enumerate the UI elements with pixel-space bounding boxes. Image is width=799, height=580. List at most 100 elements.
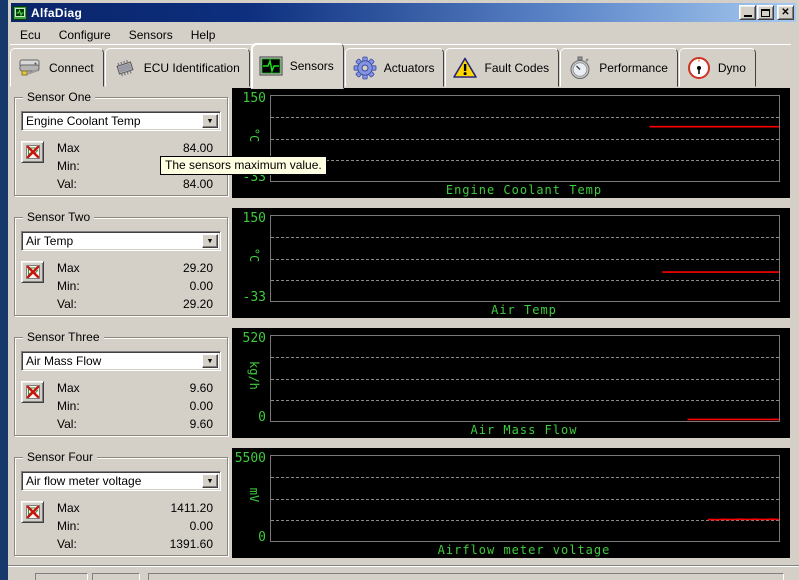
clear-graph-icon: [25, 144, 41, 160]
clear-graph-button[interactable]: [21, 501, 44, 523]
performance-icon: [565, 54, 595, 82]
sensor-four-panel: Sensor Four Air flow meter voltage ▼ Max…: [14, 457, 228, 556]
dropdown-button[interactable]: ▼: [202, 234, 218, 248]
maximize-button[interactable]: [757, 5, 774, 20]
menu-sensors[interactable]: Sensors: [120, 26, 182, 44]
val-value: 29.20: [183, 297, 213, 311]
sensor-four-select[interactable]: Air flow meter voltage ▼: [21, 471, 221, 491]
min-label: Min:: [57, 159, 80, 173]
chart-air-temp: 150 °C -33 Air Temp: [232, 208, 790, 318]
series-line: [271, 456, 779, 541]
minimize-button[interactable]: [739, 5, 756, 20]
chart-title: Air Mass Flow: [270, 423, 778, 437]
window-controls: ✕: [738, 5, 794, 20]
max-label: Max: [57, 261, 80, 275]
clear-graph-button[interactable]: [21, 261, 44, 283]
sensor-two-select[interactable]: Air Temp ▼: [21, 231, 221, 251]
sensor-one-select[interactable]: Engine Coolant Temp ▼: [21, 111, 221, 131]
sensor-select-value: Air flow meter voltage: [26, 474, 141, 488]
chart-title: Air Temp: [270, 303, 778, 317]
chart-air-mass-flow: 520 kg/h 0 Air Mass Flow: [232, 328, 790, 438]
group-title: Sensor Three: [23, 330, 104, 344]
ecu-identification-icon: [110, 54, 140, 82]
tab-fault-codes[interactable]: Fault Codes: [445, 48, 559, 87]
max-label: Max: [57, 141, 80, 155]
dropdown-button[interactable]: ▼: [202, 354, 218, 368]
actuators-icon: [350, 54, 380, 82]
y-axis-unit-label: kg/h: [239, 361, 261, 389]
chart-title: Engine Coolant Temp: [270, 183, 778, 197]
dropdown-button[interactable]: ▼: [202, 474, 218, 488]
tab-sensors[interactable]: Sensors: [251, 43, 344, 89]
val-value: 1391.60: [170, 537, 213, 551]
divider: [8, 565, 799, 567]
val-value: 84.00: [183, 177, 213, 191]
min-value: 0.00: [190, 399, 213, 413]
maximize-icon: [761, 9, 770, 17]
menu-ecu[interactable]: Ecu: [11, 26, 50, 44]
desktop-background: [0, 0, 8, 580]
tab-performance[interactable]: Performance: [560, 48, 678, 87]
tab-label: Performance: [599, 61, 668, 75]
sensor-select-value: Engine Coolant Temp: [26, 114, 141, 128]
tab-label: Dyno: [718, 61, 746, 75]
clear-graph-icon: [25, 504, 41, 520]
dropdown-button[interactable]: ▼: [202, 114, 218, 128]
sensor-readings: Max1411.20 Min:0.00 Val:1391.60: [57, 499, 213, 553]
fault-codes-icon: [450, 54, 480, 82]
sensor-select-value: Air Temp: [26, 234, 73, 248]
group-title: Sensor One: [23, 90, 95, 104]
clear-graph-button[interactable]: [21, 381, 44, 403]
sensor-one-panel: Sensor One Engine Coolant Temp ▼ Max84.0…: [14, 97, 228, 196]
group-title: Sensor Four: [23, 450, 97, 464]
title-bar: AlfaDiag ✕: [11, 3, 796, 22]
max-value: 84.00: [183, 141, 213, 155]
tab-label: Actuators: [384, 61, 435, 75]
sensor-two-panel: Sensor Two Air Temp ▼ Max29.20 Min:0.00 …: [14, 217, 228, 316]
menu-help[interactable]: Help: [182, 26, 225, 44]
alfadiag-window: AlfaDiag ✕ Ecu Configure Sensors Help: [0, 0, 799, 580]
y-axis-max-label: 5500: [232, 451, 266, 466]
val-label: Val:: [57, 297, 77, 311]
dyno-icon: [684, 54, 714, 82]
minimize-icon: [744, 15, 752, 17]
max-value: 1411.20: [171, 501, 214, 515]
chevron-down-icon: ▼: [207, 478, 214, 485]
chart-title: Airflow meter voltage: [270, 543, 778, 557]
app-icon: [13, 6, 27, 20]
tab-ecu-identification[interactable]: ECU Identification: [105, 48, 250, 87]
clear-graph-icon: [25, 384, 41, 400]
y-axis-min-label: 0: [232, 530, 266, 545]
status-panel: [148, 573, 784, 580]
close-button[interactable]: ✕: [777, 5, 794, 20]
tab-dyno[interactable]: Dyno: [679, 48, 756, 87]
val-label: Val:: [57, 177, 77, 191]
clear-graph-icon: [25, 264, 41, 280]
y-axis-unit-label: °C: [239, 241, 261, 269]
min-label: Min:: [57, 399, 80, 413]
tab-actuators[interactable]: Actuators: [345, 48, 445, 87]
sensor-readings: Max9.60 Min:0.00 Val:9.60: [57, 379, 213, 433]
series-line: [271, 336, 779, 421]
min-label: Min:: [57, 519, 80, 533]
y-axis-min-label: -33: [232, 290, 266, 305]
tab-label: Fault Codes: [484, 61, 549, 75]
val-label: Val:: [57, 537, 77, 551]
tab-connect[interactable]: Connect: [10, 48, 104, 87]
sensor-three-panel: Sensor Three Air Mass Flow ▼ Max9.60 Min…: [14, 337, 228, 436]
tab-label: Sensors: [290, 59, 334, 73]
sensor-select-value: Air Mass Flow: [26, 354, 101, 368]
chevron-down-icon: ▼: [207, 118, 214, 125]
clear-graph-button[interactable]: [21, 141, 44, 163]
plot-area: [270, 455, 780, 542]
sensor-three-select[interactable]: Air Mass Flow ▼: [21, 351, 221, 371]
min-value: 0.00: [190, 279, 213, 293]
tab-bar: Connect ECU Identification: [10, 44, 791, 87]
tab-label: Connect: [49, 61, 94, 75]
sensors-icon: [256, 52, 286, 80]
max-label: Max: [57, 381, 80, 395]
min-label: Min:: [57, 279, 80, 293]
tooltip: The sensors maximum value.: [160, 156, 327, 175]
connect-icon: [15, 54, 45, 82]
menu-configure[interactable]: Configure: [50, 26, 120, 44]
